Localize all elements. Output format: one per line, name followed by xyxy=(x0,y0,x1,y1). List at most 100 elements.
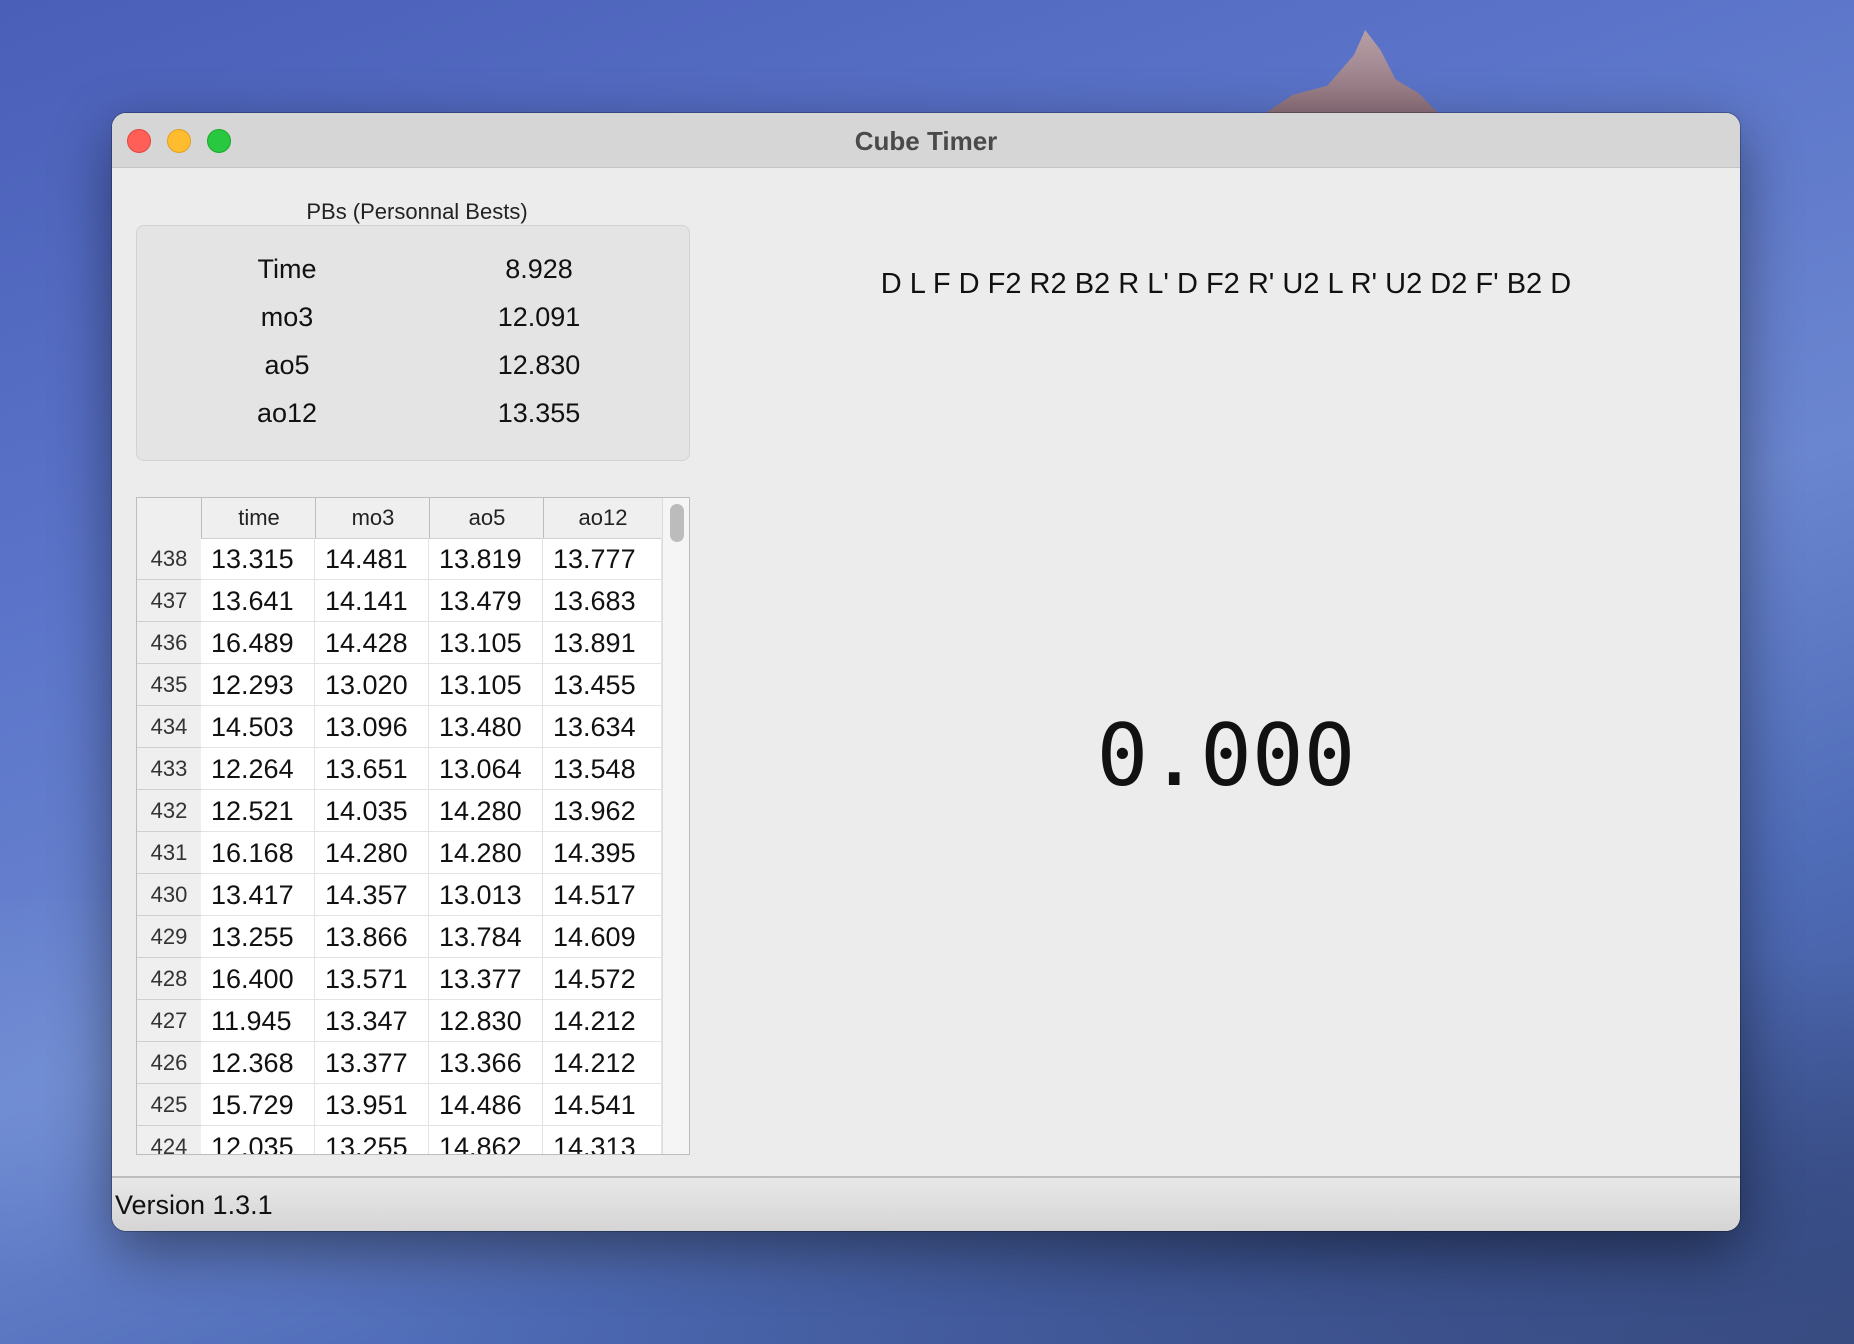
cell-time[interactable]: 12.293 xyxy=(201,664,315,706)
column-header-time[interactable]: time xyxy=(201,498,316,538)
pbs-panel: Time 8.928 mo3 12.091 ao5 12.830 ao12 13… xyxy=(136,225,690,461)
cell-ao5[interactable]: 13.819 xyxy=(429,538,543,580)
cell-time[interactable]: 11.945 xyxy=(201,1000,315,1042)
cell-mo3[interactable]: 13.651 xyxy=(315,748,429,790)
cell-ao5[interactable]: 13.479 xyxy=(429,580,543,622)
cell-ao5[interactable]: 13.064 xyxy=(429,748,543,790)
cell-mo3[interactable]: 13.255 xyxy=(315,1126,429,1154)
cell-time[interactable]: 14.503 xyxy=(201,706,315,748)
cell-mo3[interactable]: 13.020 xyxy=(315,664,429,706)
cell-time[interactable]: 16.400 xyxy=(201,958,315,1000)
cell-mo3[interactable]: 14.141 xyxy=(315,580,429,622)
window-title: Cube Timer xyxy=(854,126,998,156)
table-row[interactable]: 424 12.035 13.255 14.862 14.313 xyxy=(137,1126,662,1154)
table-row[interactable]: 432 12.521 14.035 14.280 13.962 xyxy=(137,790,662,832)
table-row[interactable]: 437 13.641 14.141 13.479 13.683 xyxy=(137,580,662,622)
pb-row-ao5: ao5 12.830 xyxy=(137,350,689,390)
table-row[interactable]: 428 16.400 13.571 13.377 14.572 xyxy=(137,958,662,1000)
cell-ao5[interactable]: 14.280 xyxy=(429,790,543,832)
pb-row-ao12: ao12 13.355 xyxy=(137,398,689,438)
cell-time[interactable]: 16.168 xyxy=(201,832,315,874)
title-bar[interactable]: Cube Timer xyxy=(112,113,1740,168)
table-row[interactable]: 438 13.315 14.481 13.819 13.777 xyxy=(137,538,662,580)
cell-mo3[interactable]: 13.347 xyxy=(315,1000,429,1042)
cell-ao12[interactable]: 14.541 xyxy=(543,1084,662,1126)
column-header-ao5[interactable]: ao5 xyxy=(429,498,544,538)
cell-mo3[interactable]: 13.951 xyxy=(315,1084,429,1126)
cell-mo3[interactable]: 14.035 xyxy=(315,790,429,832)
cell-ao12[interactable]: 14.395 xyxy=(543,832,662,874)
pbs-heading: PBs (Personnal Bests) xyxy=(306,199,528,224)
row-number: 426 xyxy=(137,1042,201,1084)
row-number: 424 xyxy=(137,1126,201,1154)
cell-ao12[interactable]: 14.313 xyxy=(543,1126,662,1154)
cell-ao12[interactable]: 13.891 xyxy=(543,622,662,664)
cell-ao12[interactable]: 14.517 xyxy=(543,874,662,916)
cell-ao5[interactable]: 13.013 xyxy=(429,874,543,916)
cell-ao12[interactable]: 13.548 xyxy=(543,748,662,790)
pb-value: 12.830 xyxy=(497,350,581,380)
status-bar: Version 1.3.1 xyxy=(112,1176,1740,1231)
row-number: 425 xyxy=(137,1084,201,1126)
cell-mo3[interactable]: 13.096 xyxy=(315,706,429,748)
cell-ao12[interactable]: 13.455 xyxy=(543,664,662,706)
cell-time[interactable]: 15.729 xyxy=(201,1084,315,1126)
table-row[interactable]: 435 12.293 13.020 13.105 13.455 xyxy=(137,664,662,706)
cell-time[interactable]: 12.368 xyxy=(201,1042,315,1084)
row-number: 433 xyxy=(137,748,201,790)
cell-ao5[interactable]: 13.366 xyxy=(429,1042,543,1084)
table-row[interactable]: 429 13.255 13.866 13.784 14.609 xyxy=(137,916,662,958)
cell-ao5[interactable]: 13.105 xyxy=(429,622,543,664)
cell-mo3[interactable]: 14.357 xyxy=(315,874,429,916)
cell-mo3[interactable]: 13.571 xyxy=(315,958,429,1000)
cell-time[interactable]: 16.489 xyxy=(201,622,315,664)
cell-ao5[interactable]: 14.486 xyxy=(429,1084,543,1126)
cell-ao5[interactable]: 13.377 xyxy=(429,958,543,1000)
cell-mo3[interactable]: 14.428 xyxy=(315,622,429,664)
cell-time[interactable]: 12.521 xyxy=(201,790,315,832)
cell-ao12[interactable]: 13.634 xyxy=(543,706,662,748)
cell-ao12[interactable]: 13.962 xyxy=(543,790,662,832)
cell-time[interactable]: 13.315 xyxy=(201,538,315,580)
table-row[interactable]: 426 12.368 13.377 13.366 14.212 xyxy=(137,1042,662,1084)
table-row[interactable]: 427 11.945 13.347 12.830 14.212 xyxy=(137,1000,662,1042)
vertical-scrollbar[interactable] xyxy=(662,498,689,1154)
cell-time[interactable]: 12.035 xyxy=(201,1126,315,1154)
column-header-mo3[interactable]: mo3 xyxy=(315,498,430,538)
table-row[interactable]: 430 13.417 14.357 13.013 14.517 xyxy=(137,874,662,916)
row-number: 438 xyxy=(137,538,201,580)
cell-ao12[interactable]: 14.609 xyxy=(543,916,662,958)
cell-ao12[interactable]: 13.777 xyxy=(543,538,662,580)
cell-mo3[interactable]: 13.377 xyxy=(315,1042,429,1084)
cell-ao5[interactable]: 14.280 xyxy=(429,832,543,874)
table-row[interactable]: 425 15.729 13.951 14.486 14.541 xyxy=(137,1084,662,1126)
scramble-text: D L F D F2 R2 B2 R L' D F2 R' U2 L R' U2… xyxy=(880,268,1572,300)
cell-ao5[interactable]: 14.862 xyxy=(429,1126,543,1154)
cell-ao12[interactable]: 14.572 xyxy=(543,958,662,1000)
cell-ao12[interactable]: 14.212 xyxy=(543,1000,662,1042)
history-table[interactable]: time mo3 ao5 ao12 438 13.315 14.481 13.819 1… xyxy=(136,497,690,1155)
table-row[interactable]: 431 16.168 14.280 14.280 14.395 xyxy=(137,832,662,874)
cell-time[interactable]: 13.417 xyxy=(201,874,315,916)
cell-time[interactable]: 13.255 xyxy=(201,916,315,958)
cell-ao5[interactable]: 13.480 xyxy=(429,706,543,748)
cell-ao5[interactable]: 13.784 xyxy=(429,916,543,958)
column-header-ao12[interactable]: ao12 xyxy=(543,498,662,538)
cell-mo3[interactable]: 13.866 xyxy=(315,916,429,958)
table-row[interactable]: 433 12.264 13.651 13.064 13.548 xyxy=(137,748,662,790)
row-number: 430 xyxy=(137,874,201,916)
cell-mo3[interactable]: 14.280 xyxy=(315,832,429,874)
cell-ao12[interactable]: 13.683 xyxy=(543,580,662,622)
app-window: Cube Timer PBs (Personnal Bests) Time 8.… xyxy=(112,113,1740,1231)
cell-mo3[interactable]: 14.481 xyxy=(315,538,429,580)
row-number: 436 xyxy=(137,622,201,664)
corner-header xyxy=(137,498,201,538)
scrollbar-thumb[interactable] xyxy=(670,504,684,542)
table-row[interactable]: 434 14.503 13.096 13.480 13.634 xyxy=(137,706,662,748)
cell-ao5[interactable]: 13.105 xyxy=(429,664,543,706)
cell-time[interactable]: 13.641 xyxy=(201,580,315,622)
table-row[interactable]: 436 16.489 14.428 13.105 13.891 xyxy=(137,622,662,664)
cell-ao5[interactable]: 12.830 xyxy=(429,1000,543,1042)
cell-time[interactable]: 12.264 xyxy=(201,748,315,790)
cell-ao12[interactable]: 14.212 xyxy=(543,1042,662,1084)
